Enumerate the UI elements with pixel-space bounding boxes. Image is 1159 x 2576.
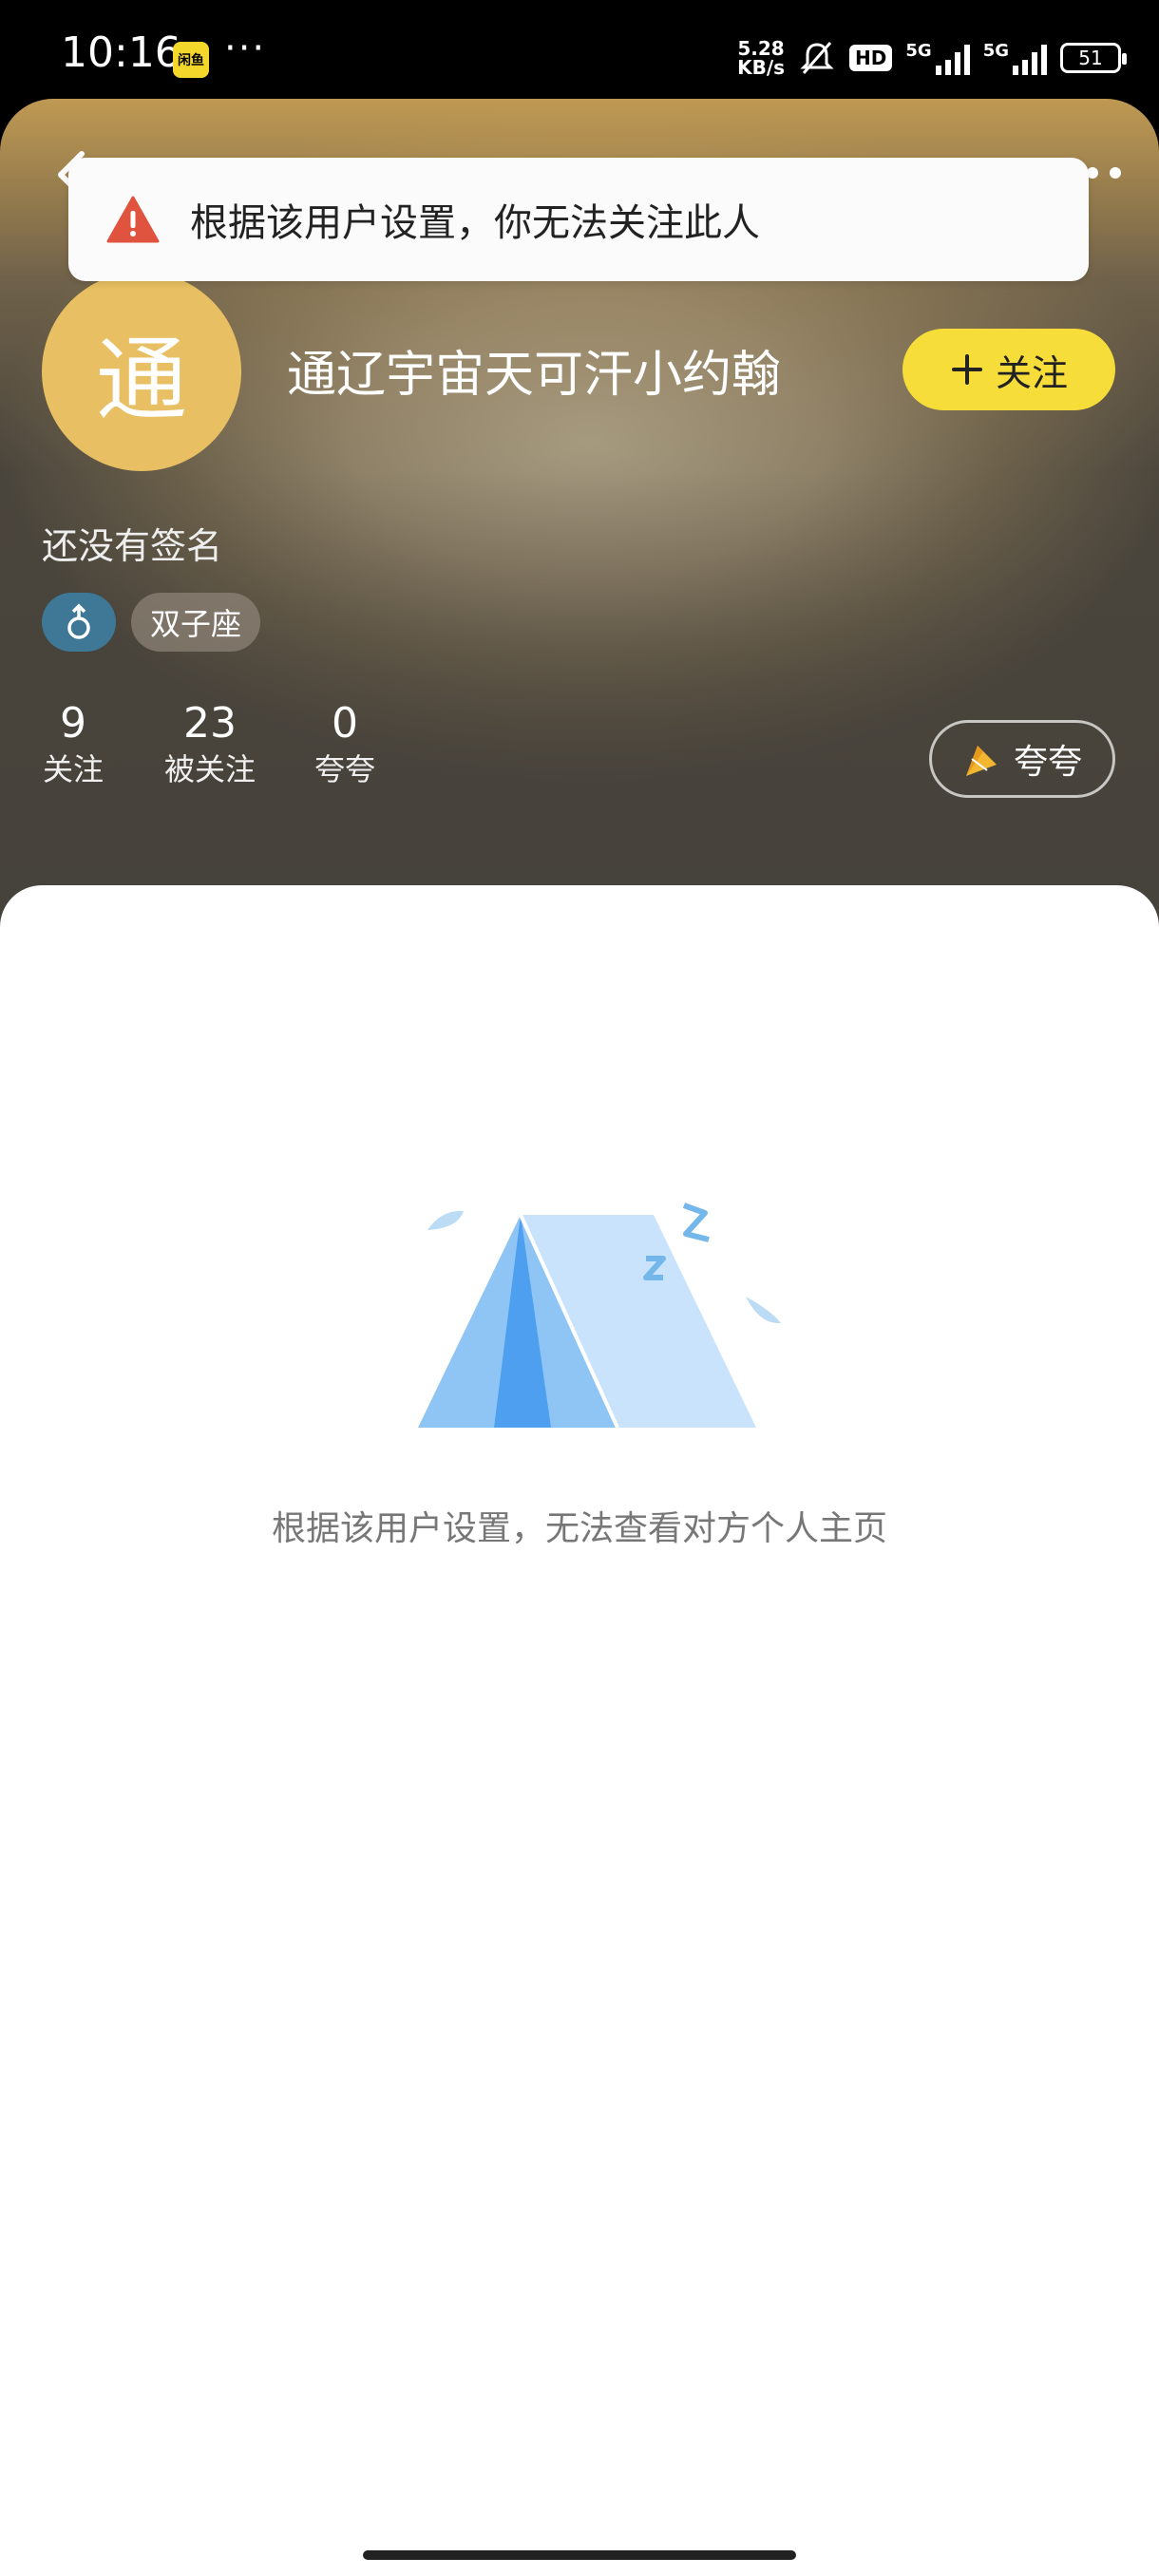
status-time: 10:16 (61, 28, 181, 77)
network-type-1: 5G (905, 41, 932, 61)
username: 通辽宇宙天可汗小约翰 (287, 347, 782, 404)
warning-triangle-icon (106, 196, 160, 243)
toast-notification: 根据该用户设置，你无法关注此人 (68, 158, 1089, 281)
praise-button[interactable]: 夸夸 (929, 720, 1115, 798)
network-speed: 5.28 KB/s (737, 39, 785, 77)
status-indicators: 5.28 KB/s HD 5G 5G 51 (737, 34, 1127, 82)
avatar[interactable]: 通 (42, 272, 241, 471)
stat-praise-label: 夸夸 (314, 751, 375, 787)
stat-followers-label: 被关注 (163, 751, 256, 787)
network-speed-unit: KB/s (737, 56, 786, 79)
follow-button-label: 关注 (995, 351, 1068, 394)
home-indicator[interactable] (363, 2550, 796, 2560)
follow-button[interactable]: 关注 (902, 329, 1115, 410)
party-popper-icon (965, 746, 997, 776)
network-type-2: 5G (982, 41, 1009, 61)
bell-muted-icon (800, 42, 834, 74)
app-notification-icon: 闲鱼 (173, 42, 209, 78)
stat-followers[interactable]: 23 被关注 (160, 699, 260, 790)
content-panel (0, 885, 1159, 2576)
stat-followers-count: 23 (183, 699, 237, 748)
stat-following-count: 9 (60, 699, 86, 748)
network-speed-value: 5.28 (737, 37, 785, 60)
status-bar: 10:16 闲鱼 ··· 5.28 KB/s HD 5G 5G 51 (0, 0, 1159, 114)
plus-icon (951, 354, 982, 385)
stat-praise[interactable]: 0 夸夸 (312, 699, 378, 790)
gender-tag (42, 593, 116, 652)
signal-strength-icon-1: 5G (905, 41, 970, 75)
praise-button-label: 夸夸 (1013, 743, 1082, 782)
more-notifications-icon: ··· (224, 27, 267, 70)
hd-voice-icon: HD (849, 45, 893, 71)
stat-praise-count: 0 (332, 699, 358, 748)
male-icon (67, 603, 90, 639)
sleeping-tent-icon (418, 1203, 781, 1429)
zodiac-tag: 双子座 (131, 593, 261, 652)
empty-state-message: 根据该用户设置，无法查看对方个人主页 (271, 1509, 887, 1548)
stat-following-label: 关注 (42, 751, 104, 787)
toast-message: 根据该用户设置，你无法关注此人 (190, 201, 760, 245)
signal-strength-icon-2: 5G (983, 41, 1047, 75)
signature: 还没有签名 (42, 525, 223, 567)
battery-icon: 51 (1060, 43, 1127, 73)
stat-following[interactable]: 9 关注 (42, 699, 104, 790)
